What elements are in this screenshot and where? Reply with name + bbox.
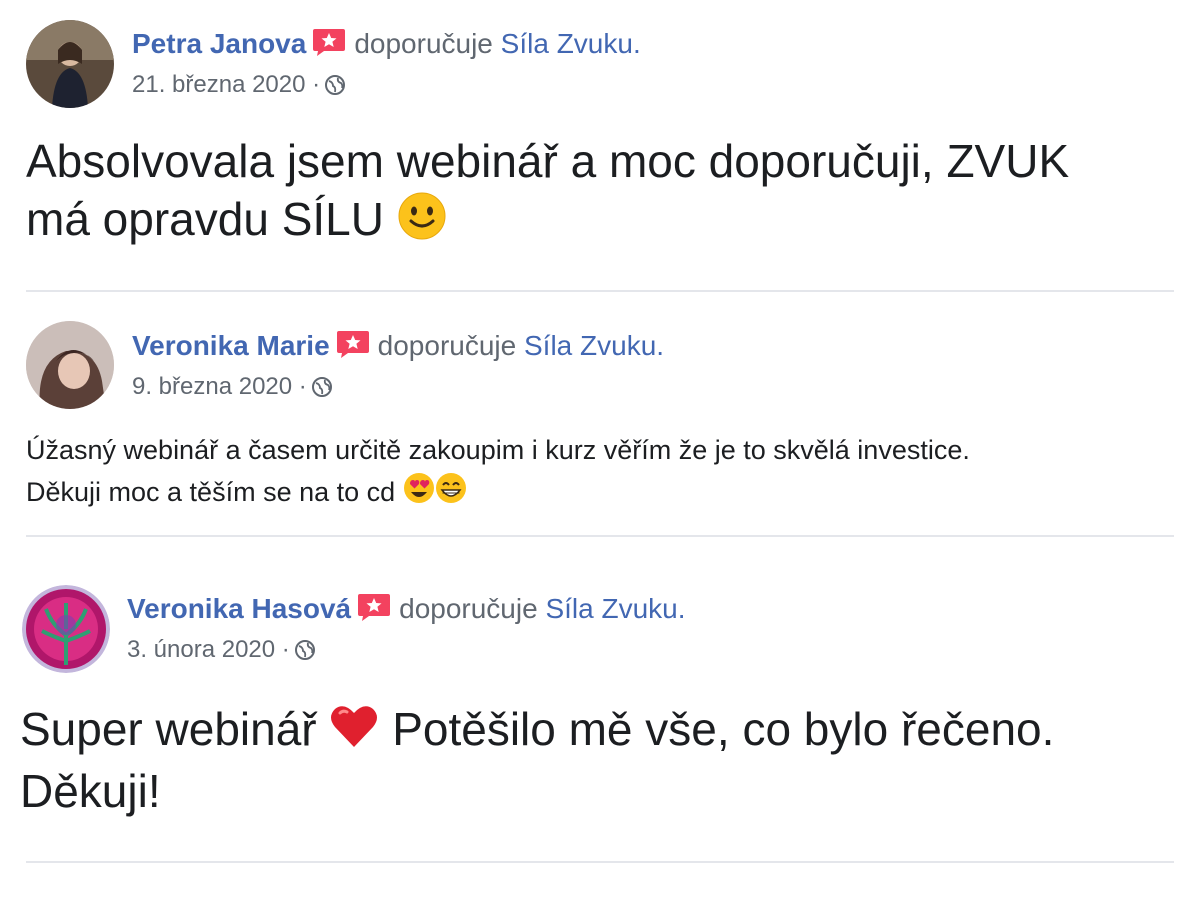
heart-eyes-face-icon (403, 472, 435, 516)
review-text-fragment: Super webinář (20, 703, 317, 755)
review-text-line: Úžasný webinář a časem určitě zakoupim i… (26, 435, 970, 465)
divider (26, 861, 1174, 863)
separator: · (298, 373, 307, 400)
recommends-text: doporučuje (354, 28, 493, 59)
avatar[interactable] (26, 321, 114, 409)
review-date[interactable]: 3. února 2020 (127, 636, 275, 663)
review-header: Petra Janova doporučuje Síla Zvuku. (132, 27, 641, 65)
review-text-line: Děkuji! (20, 765, 161, 818)
review-date[interactable]: 21. března 2020 (132, 71, 305, 98)
recommendation-icon (312, 27, 346, 65)
author-name[interactable]: Veronika Marie (132, 330, 330, 361)
review-text-line: má opravdu SÍLU (26, 190, 1069, 254)
review-text: Úžasný webinář a časem určitě zakoupim i… (26, 429, 970, 516)
red-heart-icon (329, 703, 379, 762)
review-text-fragment: Děkuji moc a těším se na to cd (26, 477, 396, 507)
grinning-face-icon (435, 472, 467, 516)
review-meta: 21. března 2020 · (132, 70, 346, 104)
recommends-text: doporučuje (399, 593, 538, 624)
slightly-smiling-face-icon (397, 191, 447, 254)
page-link[interactable]: Síla Zvuku. (524, 330, 664, 361)
review-date[interactable]: 9. března 2020 (132, 373, 292, 400)
recommends-text: doporučuje (377, 330, 517, 361)
review-text: Super webinář Potěšilo mě vše, co bylo ř… (20, 700, 1054, 820)
review-header: Veronika Marie doporučuje Síla Zvuku. (132, 329, 664, 367)
page-link[interactable]: Síla Zvuku. (501, 28, 641, 59)
globe-icon (294, 639, 316, 669)
page-link[interactable]: Síla Zvuku. (545, 593, 685, 624)
avatar[interactable] (22, 585, 110, 673)
review-text-line: Děkuji moc a těším se na to cd (26, 471, 970, 516)
recommendation-icon (357, 592, 391, 630)
review-meta: 3. února 2020 · (127, 635, 316, 669)
review-text-line: Absolvovala jsem webinář a moc doporučuj… (26, 135, 1070, 187)
recommendation-icon (336, 329, 370, 367)
separator: · (312, 71, 321, 98)
review-text-line: Super webinář Potěšilo mě vše, co bylo ř… (20, 700, 1054, 762)
author-name[interactable]: Veronika Hasová (127, 593, 351, 624)
review-meta: 9. března 2020 · (132, 372, 333, 406)
review-item: Petra Janova doporučuje Síla Zvuku. 21. b… (0, 0, 1200, 292)
globe-icon (311, 376, 333, 406)
review-header: Veronika Hasová doporučuje Síla Zvuku. (127, 592, 686, 630)
review-text-fragment: Potěšilo mě vše, co bylo řečeno. (392, 703, 1055, 755)
review-text-fragment: má opravdu SÍLU (26, 193, 384, 245)
separator: · (281, 636, 290, 663)
review-text: Absolvovala jsem webinář a moc doporučuj… (26, 132, 1069, 254)
review-item: Veronika Marie doporučuje Síla Zvuku. 9. … (0, 292, 1200, 537)
avatar[interactable] (26, 20, 114, 108)
globe-icon (324, 74, 346, 104)
review-item: Veronika Hasová doporučuje Síla Zvuku. 3.… (0, 537, 1200, 863)
author-name[interactable]: Petra Janova (132, 28, 306, 59)
